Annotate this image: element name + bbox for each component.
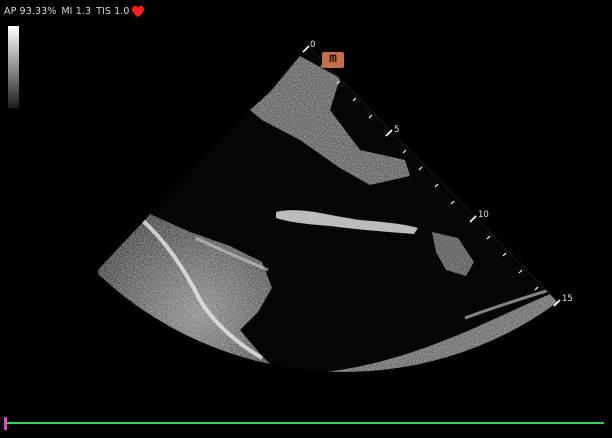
depth-label-0: 0 bbox=[310, 40, 315, 50]
depth-label-5: 5 bbox=[394, 125, 399, 135]
mode-badge: m bbox=[322, 52, 344, 68]
ultrasound-image: 0 5 10 15 bbox=[96, 40, 573, 372]
depth-label-10: 10 bbox=[478, 210, 489, 220]
cine-position-marker[interactable] bbox=[4, 417, 7, 430]
depth-label-15: 15 bbox=[562, 294, 573, 304]
cine-timeline[interactable] bbox=[4, 422, 604, 424]
ultrasound-screen: AP 93.33% MI 1.3 TIS 1.0 0 5 10 15 m bbox=[0, 0, 612, 438]
sector-field bbox=[96, 46, 558, 372]
